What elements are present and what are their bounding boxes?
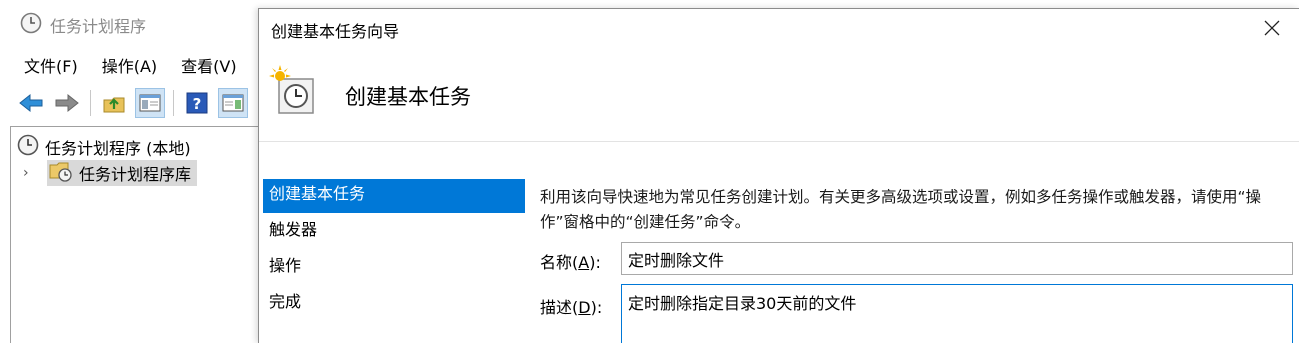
name-label-accel: A [578,253,590,272]
folder-clock-icon [49,160,73,186]
description-label: 描述(D): [540,294,602,318]
menu-file[interactable]: 文件(F) [0,52,90,82]
back-arrow-icon[interactable] [16,88,46,118]
step-action[interactable]: 操作 [263,249,525,285]
chevron-right-icon[interactable]: › [23,165,41,181]
wizard-window-title: 创建基本任务向导 [271,22,400,41]
clock-icon [17,134,39,160]
menu-view[interactable]: 查看(V) [169,52,248,82]
action-pane-icon[interactable] [218,88,248,118]
toolbar-separator [90,90,91,116]
tree-item-label: 任务计划程序库 [79,165,192,184]
wizard-header: 创建基本任务 [259,51,1299,141]
desc-label-prefix: 描述( [540,298,579,317]
tree-item-selected[interactable]: 任务计划程序库 [47,160,198,186]
clock-icon [20,12,42,38]
main-title-bar: 任务计划程序 [0,0,260,50]
forward-arrow-icon[interactable] [52,88,82,118]
name-label-prefix: 名称( [540,253,579,272]
tree-item-library[interactable]: › 任务计划程序库 [23,159,198,187]
step-create-basic-task[interactable]: 创建基本任务 [263,179,525,213]
svg-text:?: ? [193,95,202,113]
name-input[interactable] [621,242,1293,275]
name-label-suffix: ): [589,253,601,272]
help-icon[interactable]: ? [182,88,212,118]
wizard-description: 利用该向导快速地为常见任务创建计划。有关更多高级选项或设置，例如多任务操作或触发… [540,188,1262,231]
task-wizard-icon [269,65,319,117]
toolbar: ? [0,84,260,122]
close-icon [1264,20,1280,40]
menu-action[interactable]: 操作(A) [90,52,169,82]
close-button[interactable] [1259,17,1285,43]
name-label: 名称(A): [540,249,601,273]
step-finish[interactable]: 完成 [263,285,525,321]
menu-bar: 文件(F) 操作(A) 查看(V) [0,52,260,82]
wizard-steps: 创建基本任务 触发器 操作 完成 [263,179,525,321]
toolbar-separator [173,90,174,116]
navigation-tree: 任务计划程序 (本地) › 任务计划程序库 [10,126,260,343]
desc-label-suffix: ): [590,298,603,317]
tree-item-label: 任务计划程序 (本地) [45,139,191,158]
description-input[interactable]: 定时删除指定目录30天前的文件 [621,284,1293,343]
wizard-title-bar: 创建基本任务向导 [259,9,1299,51]
desc-label-accel: D [578,298,591,317]
show-hide-pane-icon[interactable] [135,88,165,118]
header-divider [259,141,1299,142]
main-title-text: 任务计划程序 [50,17,147,36]
folder-up-icon[interactable] [99,88,129,118]
create-basic-task-wizard: 创建基本任务向导 创建基本任务 创建基本任务 触发器 操作 完成 利用该向导快速… [258,8,1299,343]
tree-item-local[interactable]: 任务计划程序 (本地) [17,133,191,161]
wizard-header-title: 创建基本任务 [345,85,471,109]
step-trigger[interactable]: 触发器 [263,213,525,249]
